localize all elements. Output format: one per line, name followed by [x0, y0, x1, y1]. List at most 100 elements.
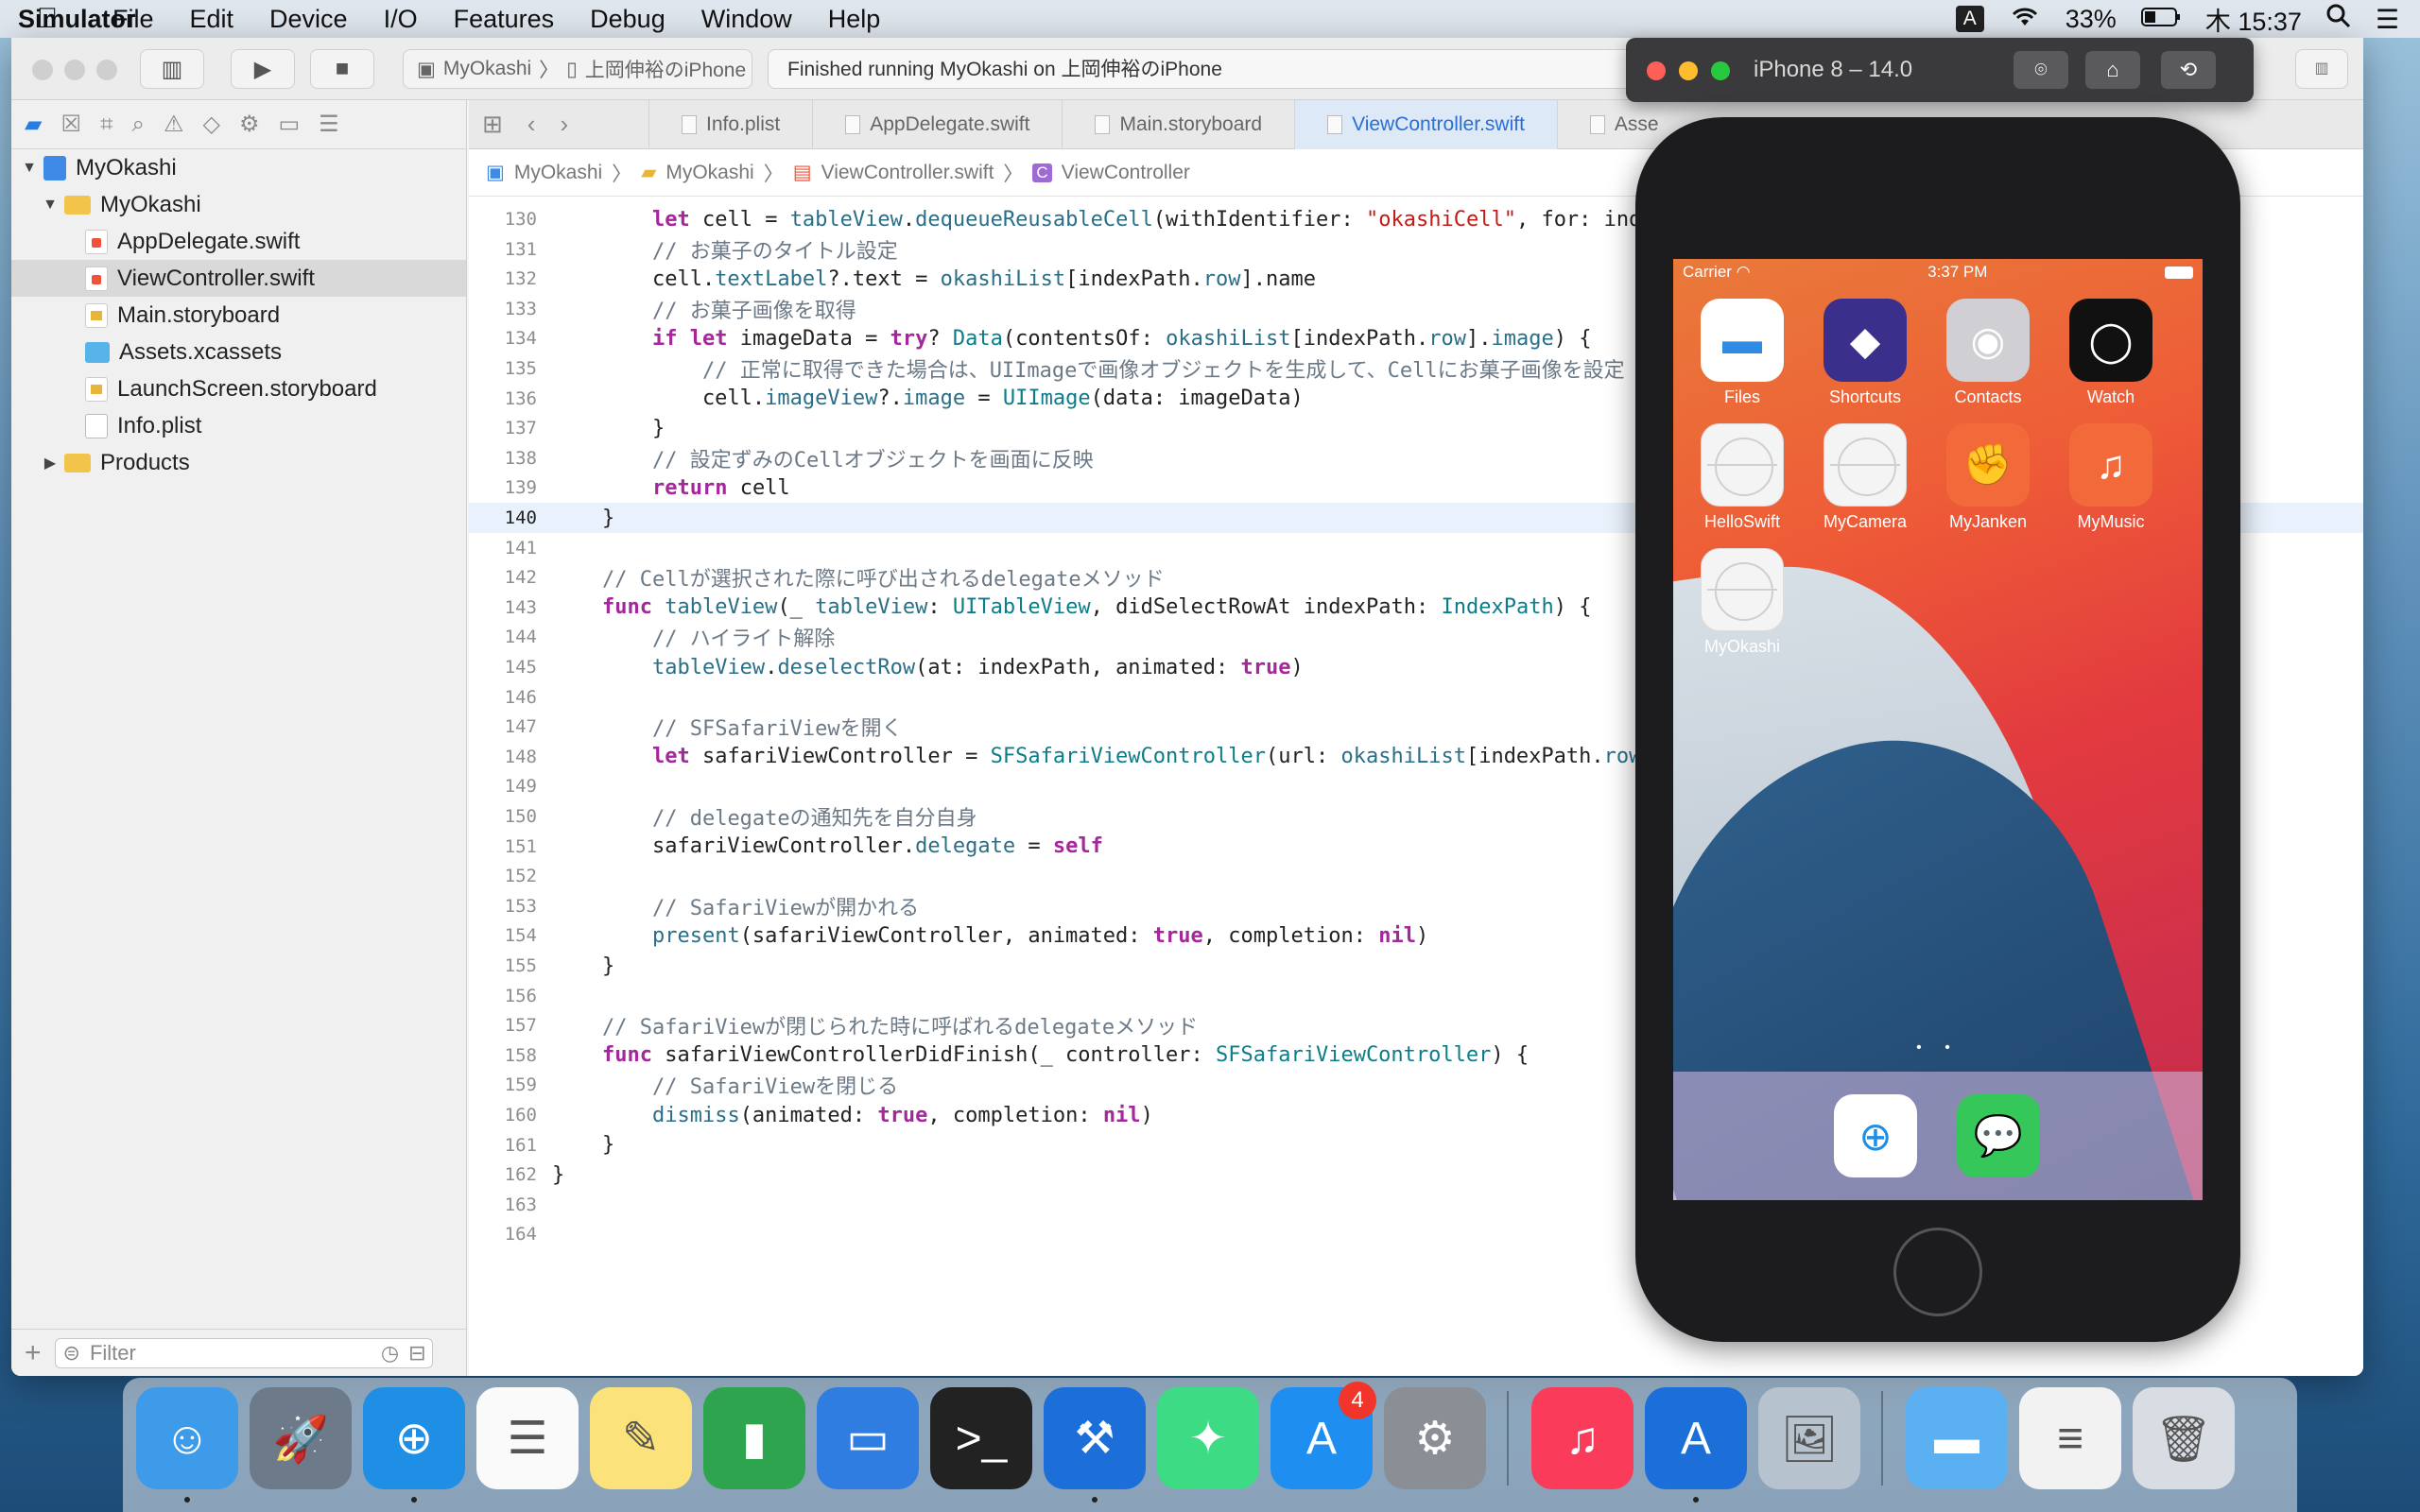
app-icon-mycamera[interactable]: MyCamera — [1808, 423, 1922, 532]
tree-row-file[interactable]: LaunchScreen.storyboard — [11, 370, 466, 407]
line-number[interactable]: 131 — [469, 239, 543, 260]
control-center-icon[interactable]: ☰ — [2376, 4, 2399, 35]
launchpad-icon[interactable]: 🚀 — [250, 1387, 352, 1489]
tab-info-plist[interactable]: Info.plist — [648, 99, 812, 149]
safari-icon[interactable]: ⊕ — [1834, 1094, 1917, 1177]
app-icon-files[interactable]: ▬ Files — [1685, 299, 1799, 407]
line-number[interactable]: 164 — [469, 1224, 543, 1245]
window-zoom-button[interactable] — [96, 60, 117, 80]
app-store-icon[interactable]: A4 — [1270, 1382, 1376, 1489]
line-number[interactable]: 144 — [469, 627, 543, 647]
back-arrow-icon[interactable]: ‹ — [527, 110, 536, 139]
tree-row-file[interactable]: Info.plist — [11, 407, 466, 444]
app-icon-mymusic[interactable]: ♫ MyMusic — [2054, 423, 2168, 532]
filter-field[interactable]: ⊜ Filter ◷ ⊟ — [54, 1337, 433, 1368]
line-number[interactable]: 150 — [469, 806, 543, 827]
window-close-button[interactable] — [32, 60, 53, 80]
symbol-icon[interactable]: ⌗ — [100, 112, 113, 138]
line-number[interactable]: 151 — [469, 836, 543, 857]
numbers-icon[interactable]: ▮ — [703, 1387, 805, 1489]
jumpbar-item[interactable]: ViewController.swift — [821, 162, 994, 184]
notes-icon[interactable]: ✎ — [590, 1387, 692, 1489]
menu-debug[interactable]: Debug — [572, 5, 683, 34]
trash-icon[interactable]: 🗑 — [2133, 1387, 2235, 1489]
tree-row-file[interactable]: AppDelegate.swift — [11, 223, 466, 260]
rotate-button[interactable]: ⟲ — [2161, 51, 2216, 89]
line-number[interactable]: 149 — [469, 776, 543, 797]
add-icon[interactable]: + — [25, 1337, 42, 1369]
disclosure-open-icon[interactable]: ▼ — [19, 160, 40, 177]
system-preferences-icon[interactable]: ⚙ — [1384, 1387, 1486, 1489]
line-number[interactable]: 134 — [469, 328, 543, 349]
folder-icon[interactable]: ▬ — [1906, 1387, 2008, 1489]
tab-viewcontroller[interactable]: ViewController.swift — [1294, 99, 1557, 149]
menu-window[interactable]: Window — [683, 5, 810, 34]
line-number[interactable]: 154 — [469, 925, 543, 946]
scm-filter-icon[interactable]: ⊟ — [408, 1341, 425, 1366]
menu-edit[interactable]: Edit — [172, 5, 252, 34]
wifi-icon[interactable] — [2009, 5, 2041, 34]
jumpbar-item[interactable]: ViewController — [1062, 162, 1190, 184]
menu-app-name[interactable]: Simulator — [0, 5, 136, 34]
page-indicator[interactable]: • • — [1673, 1040, 2203, 1057]
line-number[interactable]: 137 — [469, 418, 543, 438]
finder-icon[interactable]: ☺ — [136, 1387, 238, 1503]
tree-row-project[interactable]: ▼ MyOkashi — [11, 149, 466, 186]
related-items-icon[interactable]: ⊞ — [482, 110, 503, 139]
inspector-toggle-button[interactable]: ▥ — [2295, 49, 2348, 89]
line-number[interactable]: 138 — [469, 448, 543, 469]
messages-icon[interactable]: 💬 — [1957, 1094, 2040, 1177]
battery-icon[interactable] — [2140, 5, 2181, 34]
line-number[interactable]: 133 — [469, 299, 543, 319]
stop-button[interactable]: ■ — [310, 49, 374, 89]
home-button[interactable]: ⌂ — [2085, 51, 2140, 89]
line-number[interactable]: 160 — [469, 1105, 543, 1125]
menu-help[interactable]: Help — [810, 5, 899, 34]
keynote-icon[interactable]: ▭ — [817, 1387, 919, 1489]
source-control-icon[interactable]: ☒ — [60, 111, 81, 138]
debug-icon[interactable]: ⚙ — [239, 111, 260, 138]
window-zoom-button[interactable] — [1711, 61, 1730, 80]
line-number[interactable]: 158 — [469, 1045, 543, 1066]
tree-row-group[interactable]: ▶ Products — [11, 444, 466, 481]
app-icon-shortcuts[interactable]: ◆ Shortcuts — [1808, 299, 1922, 407]
scheme-selector[interactable]: ▣ MyOkashi 〉 ▯ 上岡伸裕のiPhone — [403, 49, 752, 89]
line-number[interactable]: 156 — [469, 986, 543, 1006]
line-number[interactable]: 157 — [469, 1015, 543, 1036]
forward-arrow-icon[interactable]: › — [560, 110, 568, 139]
line-number[interactable]: 153 — [469, 896, 543, 917]
jumpbar-item[interactable]: MyOkashi — [666, 162, 753, 184]
app-icon-myokashi[interactable]: MyOkashi — [1685, 548, 1799, 657]
spotlight-search-icon[interactable] — [2326, 4, 2351, 35]
menu-io[interactable]: I/O — [366, 5, 436, 34]
filter-options-icon[interactable]: ⊜ — [63, 1341, 80, 1366]
tree-row-group[interactable]: ▼ MyOkashi — [11, 186, 466, 223]
line-number[interactable]: 142 — [469, 567, 543, 588]
jumpbar-item[interactable]: MyOkashi — [514, 162, 602, 184]
home-hardware-button[interactable] — [1893, 1228, 1982, 1316]
line-number[interactable]: 148 — [469, 747, 543, 767]
tab-appdelegate[interactable]: AppDelegate.swift — [812, 99, 1062, 149]
report-icon[interactable]: ☰ — [319, 111, 339, 138]
app-icon-helloswift[interactable]: HelloSwift — [1685, 423, 1799, 532]
window-close-button[interactable] — [1647, 61, 1666, 80]
line-number[interactable]: 155 — [469, 955, 543, 976]
menubar-clock[interactable]: 木 15:37 — [2205, 1, 2302, 38]
document-icon[interactable]: ≡ — [2019, 1387, 2121, 1489]
navigator-toggle-button[interactable]: ▥ — [140, 49, 204, 89]
line-number[interactable]: 159 — [469, 1074, 543, 1095]
folder-icon[interactable]: ▰ — [25, 111, 42, 138]
line-number[interactable]: 135 — [469, 358, 543, 379]
line-number[interactable]: 130 — [469, 209, 543, 230]
line-number[interactable]: 143 — [469, 597, 543, 618]
disclosure-closed-icon[interactable]: ▶ — [40, 454, 60, 472]
simulator-icon[interactable]: A — [1645, 1387, 1747, 1503]
tree-row-file-selected[interactable]: ViewController.swift — [11, 260, 466, 297]
breakpoint-icon[interactable]: ▭ — [278, 111, 300, 138]
ios-home-screen[interactable]: Carrier ◠ 3:37 PM ▬ Files ◆ Shortcuts ◉ Conta… — [1673, 259, 2203, 1200]
line-number[interactable]: 145 — [469, 657, 543, 678]
tree-row-file[interactable]: Main.storyboard — [11, 297, 466, 334]
line-number[interactable]: 146 — [469, 687, 543, 708]
run-button[interactable]: ▶ — [231, 49, 295, 89]
recent-files-icon[interactable]: ◷ — [381, 1341, 399, 1366]
